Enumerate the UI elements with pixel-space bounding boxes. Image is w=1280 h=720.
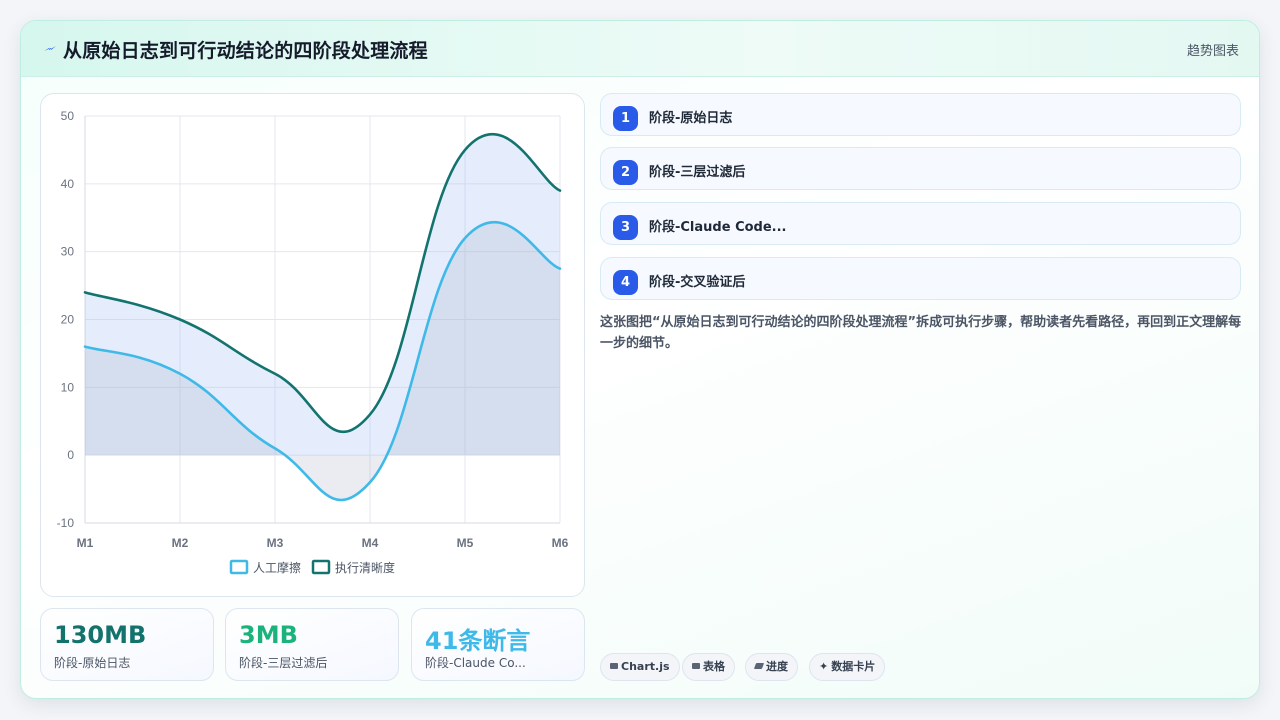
chart-icon xyxy=(610,663,618,669)
tag-label: 数据卡片 xyxy=(831,660,876,673)
y-tick-label: -10 xyxy=(57,516,75,530)
step-number-badge: 3 xyxy=(613,215,638,240)
x-tick-label: M3 xyxy=(267,536,284,550)
x-tick-label: M1 xyxy=(77,536,94,550)
tag-label: Chart.js xyxy=(621,660,670,673)
step-label: 阶段-Claude Code... xyxy=(649,220,787,235)
page-title: 从原始日志到可行动结论的四阶段处理流程 xyxy=(63,40,428,62)
step-label: 阶段-三层过滤后 xyxy=(649,165,746,180)
line-chart: 50 40 30 20 10 0 -10M1 M2 M3 M4 M5 M6 人工摩擦 执行清晰度 xyxy=(57,109,569,575)
y-tick-label: 0 xyxy=(67,448,74,462)
step-number-badge: 2 xyxy=(613,160,638,185)
y-tick-label: 20 xyxy=(61,313,75,327)
step-item-2[interactable]: 2 阶段-三层过滤后 xyxy=(600,147,1241,190)
progress-icon xyxy=(753,663,765,669)
chart-panel: 50 40 30 20 10 0 -10 M1 M2 M3 M4 M5 M6 人工摩擦 执行清晰度 xyxy=(40,93,585,597)
y-tick-label: 30 xyxy=(61,245,75,259)
stat-card-raw-logs: 130MB 阶段-原始日志 xyxy=(40,608,214,681)
tag-table[interactable]: 表格 xyxy=(682,653,735,681)
stat-label: 阶段-原始日志 xyxy=(54,656,131,670)
y-tick-label: 40 xyxy=(61,177,75,191)
step-item-4[interactable]: 4 阶段-交叉验证后 xyxy=(600,257,1241,300)
y-tick-label: 50 xyxy=(61,109,75,123)
x-tick-label: M4 xyxy=(362,536,379,550)
stat-label: 阶段-Claude Co... xyxy=(425,656,526,670)
tag-progress[interactable]: 进度 xyxy=(745,653,798,681)
header: 从原始日志到可行动结论的四阶段处理流程 趋势图表 xyxy=(21,21,1259,77)
chart-description: 这张图把“从原始日志到可行动结论的四阶段处理流程”拆成可执行步骤，帮助读者先看路… xyxy=(600,315,1242,351)
step-label: 阶段-原始日志 xyxy=(649,111,733,126)
x-tick-label: M6 xyxy=(552,536,569,550)
x-tick-label: M5 xyxy=(457,536,474,550)
table-icon xyxy=(692,663,700,669)
stat-card-assertions: 41条断言 阶段-Claude Co... xyxy=(411,608,585,681)
y-tick-label: 10 xyxy=(61,380,75,394)
stat-label: 阶段-三层过滤后 xyxy=(239,656,328,670)
step-number-badge: 4 xyxy=(613,270,638,295)
legend-label: 执行清晰度 xyxy=(335,560,395,575)
step-item-3[interactable]: 3 阶段-Claude Code... xyxy=(600,202,1241,245)
step-number-badge: 1 xyxy=(613,106,638,131)
x-tick-label: M2 xyxy=(172,536,189,550)
stat-value: 41条断言 xyxy=(425,627,531,655)
step-item-1[interactable]: 1 阶段-原始日志 xyxy=(600,93,1241,136)
chart-type-tag: 趋势图表 xyxy=(1186,44,1239,59)
tag-chartjs[interactable]: Chart.js xyxy=(600,653,680,681)
stat-value: 130MB xyxy=(54,621,147,649)
legend-swatch xyxy=(229,559,249,575)
legend-swatch xyxy=(311,559,331,575)
tag-label: 进度 xyxy=(766,660,788,673)
step-label: 阶段-交叉验证后 xyxy=(649,275,746,290)
main-card: 从原始日志到可行动结论的四阶段处理流程 趋势图表 50 40 30 20 10 0 -10 M… xyxy=(20,20,1260,699)
sparkle-icon: ✦ xyxy=(819,660,829,673)
stat-value: 3MB xyxy=(239,621,298,649)
tag-data-card[interactable]: ✦ 数据卡片 xyxy=(809,653,886,681)
lightning-icon xyxy=(44,46,56,51)
legend-label: 人工摩擦 xyxy=(253,560,301,575)
stat-card-filtered: 3MB 阶段-三层过滤后 xyxy=(225,608,399,681)
tag-label: 表格 xyxy=(703,660,725,673)
